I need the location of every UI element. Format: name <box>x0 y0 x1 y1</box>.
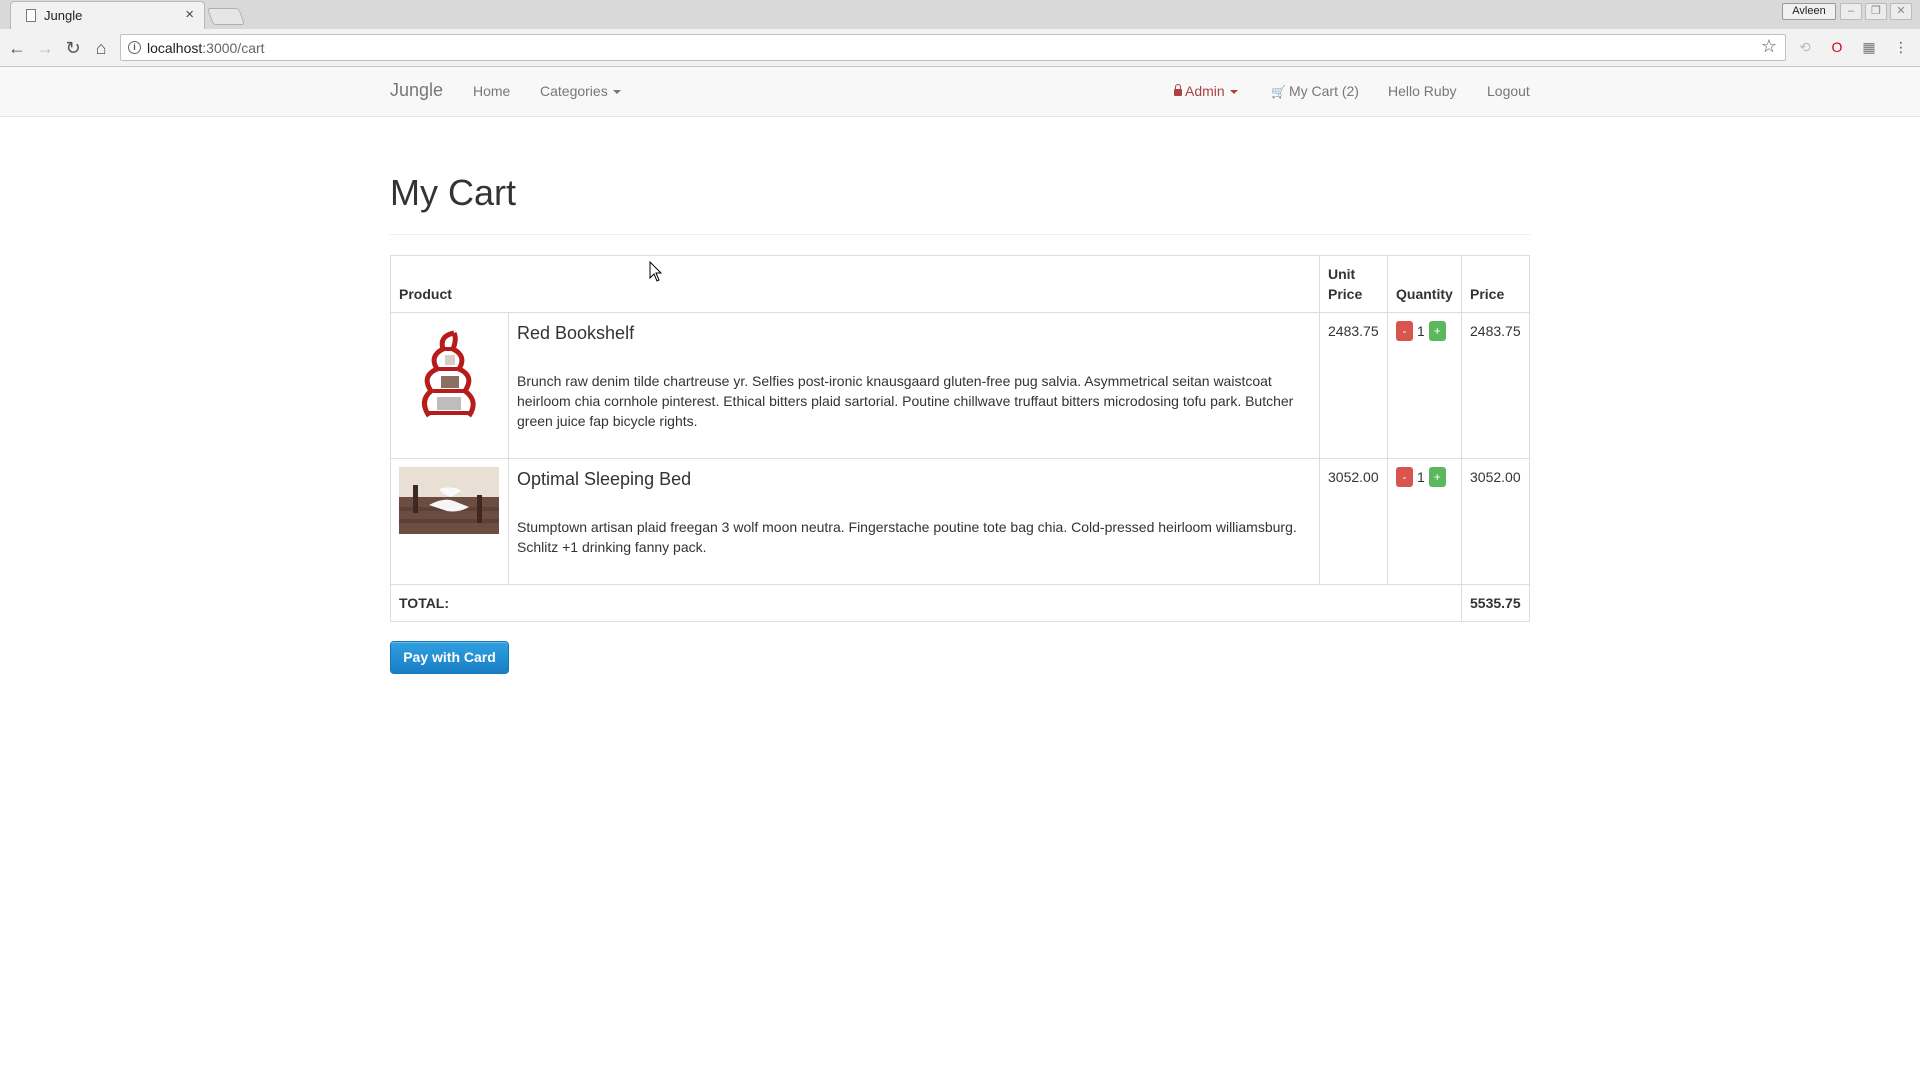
home-icon[interactable]: ⌂ <box>89 36 113 60</box>
nav-logout[interactable]: Logout <box>1487 83 1530 99</box>
minimize-icon[interactable]: – <box>1840 3 1862 20</box>
total-value: 5535.75 <box>1461 584 1530 622</box>
product-info-cell: Red Bookshelf Brunch raw denim tilde cha… <box>508 312 1320 459</box>
extension-grid-icon[interactable]: ▦ <box>1860 38 1878 56</box>
table-header-row: Product Unit Price Quantity Price <box>390 255 1530 313</box>
browser-tabstrip: Jungle × Avleen – ❐ ✕ <box>0 0 1920 29</box>
product-image-cell <box>390 458 509 585</box>
red-bookshelf-image[interactable] <box>399 321 499 421</box>
product-image-cell <box>390 312 509 459</box>
close-tab-icon[interactable]: × <box>185 6 194 24</box>
increase-quantity-button[interactable]: + <box>1428 321 1446 341</box>
price-cell: 3052.00 <box>1461 458 1530 585</box>
product-name[interactable]: Optimal Sleeping Bed <box>517 469 1311 489</box>
brand-link[interactable]: Jungle <box>390 80 443 101</box>
header-product: Product <box>390 255 1320 313</box>
title-divider <box>390 234 1530 235</box>
product-info-cell: Optimal Sleeping Bed Stumptown artisan p… <box>508 458 1320 585</box>
back-icon[interactable]: ← <box>5 36 29 60</box>
lock-icon <box>1174 84 1182 96</box>
header-price: Price <box>1461 255 1530 313</box>
close-window-icon[interactable]: ✕ <box>1890 3 1912 20</box>
table-row: Red Bookshelf Brunch raw denim tilde cha… <box>390 312 1530 459</box>
nav-admin[interactable]: Admin <box>1174 83 1238 99</box>
restore-icon[interactable]: ❐ <box>1865 3 1887 20</box>
quantity-value: 1 <box>1417 323 1425 339</box>
nav-hello-user[interactable]: Hello Ruby <box>1388 83 1456 99</box>
product-description: Brunch raw denim tilde chartreuse yr. Se… <box>517 373 1294 429</box>
forward-icon[interactable]: → <box>33 36 57 60</box>
nav-my-cart[interactable]: 🛒 My Cart (2) <box>1271 83 1359 99</box>
nav-categories[interactable]: Categories <box>540 83 621 99</box>
unit-price-cell: 3052.00 <box>1319 458 1388 585</box>
price-cell: 2483.75 <box>1461 312 1530 459</box>
decrease-quantity-button[interactable]: - <box>1396 321 1413 341</box>
page-icon <box>26 9 36 22</box>
address-bar[interactable]: i localhost:3000/cart ☆ <box>120 34 1786 61</box>
table-row: Optimal Sleeping Bed Stumptown artisan p… <box>390 458 1530 585</box>
bookmark-star-icon[interactable]: ☆ <box>1761 36 1777 57</box>
pay-with-card-button[interactable]: Pay with Card <box>390 641 509 674</box>
tab-title: Jungle <box>44 8 83 23</box>
cart-table: Product Unit Price Quantity Price Red Bo… <box>390 255 1530 622</box>
decrease-quantity-button[interactable]: - <box>1396 467 1413 487</box>
site-navbar: Jungle Home Categories Admin 🛒 My Cart (2… <box>0 67 1920 117</box>
increase-quantity-button[interactable]: + <box>1428 467 1446 487</box>
header-quantity: Quantity <box>1387 255 1462 313</box>
menu-icon[interactable]: ⋮ <box>1892 38 1910 56</box>
opera-icon[interactable]: O <box>1828 38 1846 56</box>
profile-button[interactable]: Avleen <box>1782 3 1836 20</box>
browser-toolbar: ← → ↻ ⌂ i localhost:3000/cart ☆ ⟲ O ▦ ⋮ <box>0 29 1920 67</box>
reload-icon[interactable]: ↻ <box>61 36 85 60</box>
browser-tab[interactable]: Jungle × <box>10 1 205 29</box>
quantity-cell: -1 + <box>1387 458 1462 585</box>
new-tab-button[interactable] <box>206 8 246 25</box>
total-row: TOTAL: 5535.75 <box>390 584 1530 622</box>
sleeping-bed-image[interactable] <box>399 467 499 534</box>
unit-price-cell: 2483.75 <box>1319 312 1388 459</box>
nav-home[interactable]: Home <box>473 83 510 99</box>
caret-down-icon <box>612 90 621 95</box>
info-icon[interactable]: i <box>128 41 141 54</box>
url-text: localhost:3000/cart <box>147 40 265 56</box>
mouse-cursor-icon <box>649 261 663 282</box>
caret-down-icon <box>1229 90 1238 95</box>
total-label: TOTAL: <box>390 584 1462 622</box>
header-unit-price: Unit Price <box>1319 255 1388 313</box>
quantity-value: 1 <box>1417 469 1425 485</box>
cart-icon: 🛒 <box>1271 85 1286 99</box>
quantity-cell: -1 + <box>1387 312 1462 459</box>
extension-icon[interactable]: ⟲ <box>1796 38 1814 56</box>
page-title: My Cart <box>390 172 516 213</box>
product-description: Stumptown artisan plaid freegan 3 wolf m… <box>517 519 1297 555</box>
product-name[interactable]: Red Bookshelf <box>517 323 1311 343</box>
